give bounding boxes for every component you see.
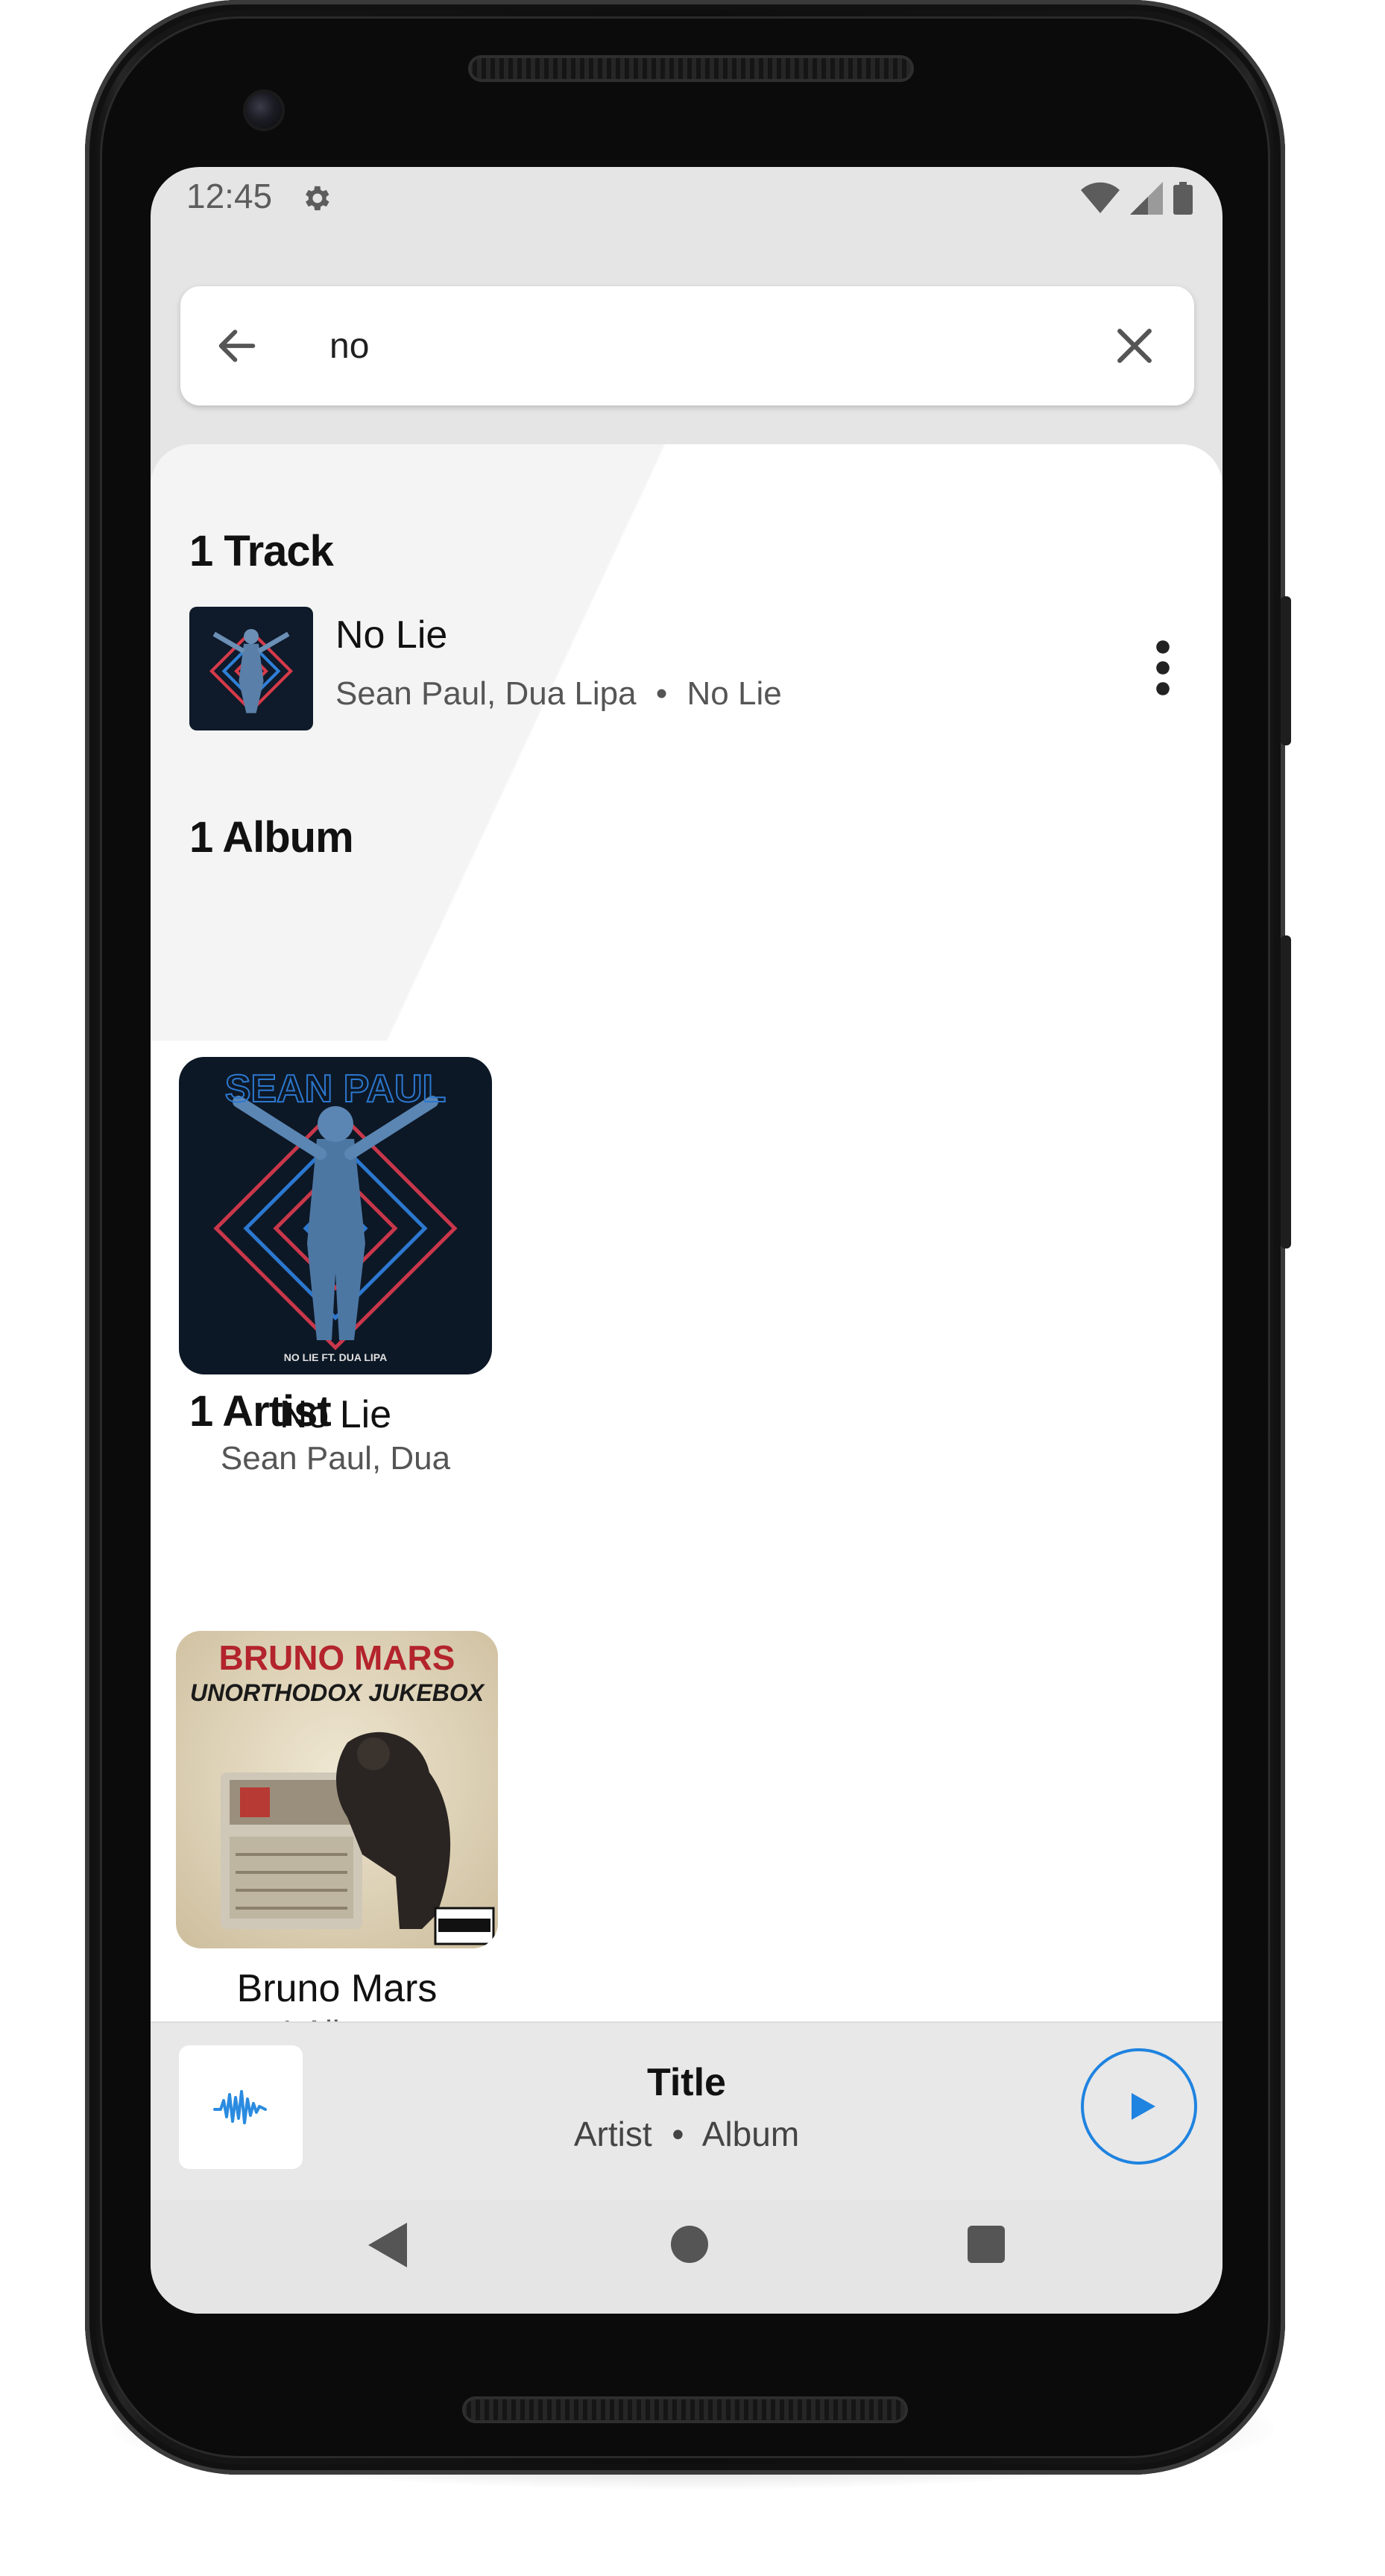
player-album: Album xyxy=(701,2115,800,2153)
play-button[interactable] xyxy=(1081,2048,1197,2165)
track-row[interactable]: No Lie Sean Paul, Dua Lipa • No Lie xyxy=(151,604,1222,738)
tracks-section-title: 1 Track xyxy=(189,527,334,575)
bottom-speaker xyxy=(462,2396,908,2423)
arrow-left-icon[interactable] xyxy=(213,322,261,370)
player-title: Title xyxy=(647,2061,726,2104)
wifi-icon xyxy=(1081,182,1120,213)
search-input[interactable] xyxy=(329,312,1075,380)
earpiece-speaker xyxy=(468,55,914,82)
artist-art-text-top: BRUNO MARS xyxy=(219,1638,455,1677)
nav-back-icon[interactable] xyxy=(368,2223,407,2267)
power-button xyxy=(1281,596,1291,745)
artist-image: BRUNO MARS UNORTHODOX JUKEBOX xyxy=(176,1631,498,1948)
artists-section-title: 1 Artist xyxy=(189,1387,332,1436)
album-cover: SEAN PAUL NO LIE FT. DUA LIPA xyxy=(179,1057,492,1374)
status-icons xyxy=(1081,182,1193,215)
track-artists: Sean Paul, Dua Lipa xyxy=(335,675,637,712)
player-artist: Artist xyxy=(573,2115,652,2153)
track-album: No Lie xyxy=(687,675,782,712)
search-results: 1 Track No Lie Sean Paul, Dua Lipa • No … xyxy=(151,444,1222,2188)
artist-title: Bruno Mars xyxy=(236,1967,438,2010)
volume-button xyxy=(1281,935,1291,1248)
navigation-bar xyxy=(151,2200,1222,2314)
status-time: 12:45 xyxy=(186,177,273,215)
player-subtitle: Artist • Album xyxy=(151,2114,1222,2154)
signal-icon xyxy=(1130,182,1163,215)
gear-icon xyxy=(306,186,329,211)
status-bar: 12:45 xyxy=(151,167,1222,227)
search-bar xyxy=(180,286,1194,405)
albums-section-title: 1 Album xyxy=(189,813,354,862)
more-vertical-icon[interactable] xyxy=(1148,638,1178,698)
track-separator: • xyxy=(655,675,668,712)
track-thumbnail xyxy=(189,607,313,730)
player-separator: • xyxy=(672,2115,684,2153)
mini-player[interactable]: Title Artist • Album xyxy=(151,2021,1222,2202)
front-camera xyxy=(246,92,282,128)
nav-recents-icon[interactable] xyxy=(968,2226,1005,2263)
track-subtitle: Sean Paul, Dua Lipa • No Lie xyxy=(335,675,782,713)
artist-art-text-bottom: UNORTHODOX JUKEBOX xyxy=(190,1679,485,1706)
battery-icon xyxy=(1173,182,1193,215)
track-title: No Lie xyxy=(335,613,448,657)
album-subtitle: Sean Paul, Dua xyxy=(220,1440,451,1477)
nav-home-icon[interactable] xyxy=(671,2226,708,2263)
close-icon[interactable] xyxy=(1109,321,1160,371)
screen: 12:45 1 Trac xyxy=(151,167,1222,2314)
album-art-text-top: SEAN PAUL xyxy=(225,1067,447,1111)
play-icon xyxy=(1132,2093,1155,2120)
album-art-text-bottom: NO LIE FT. DUA LIPA xyxy=(284,1351,387,1363)
